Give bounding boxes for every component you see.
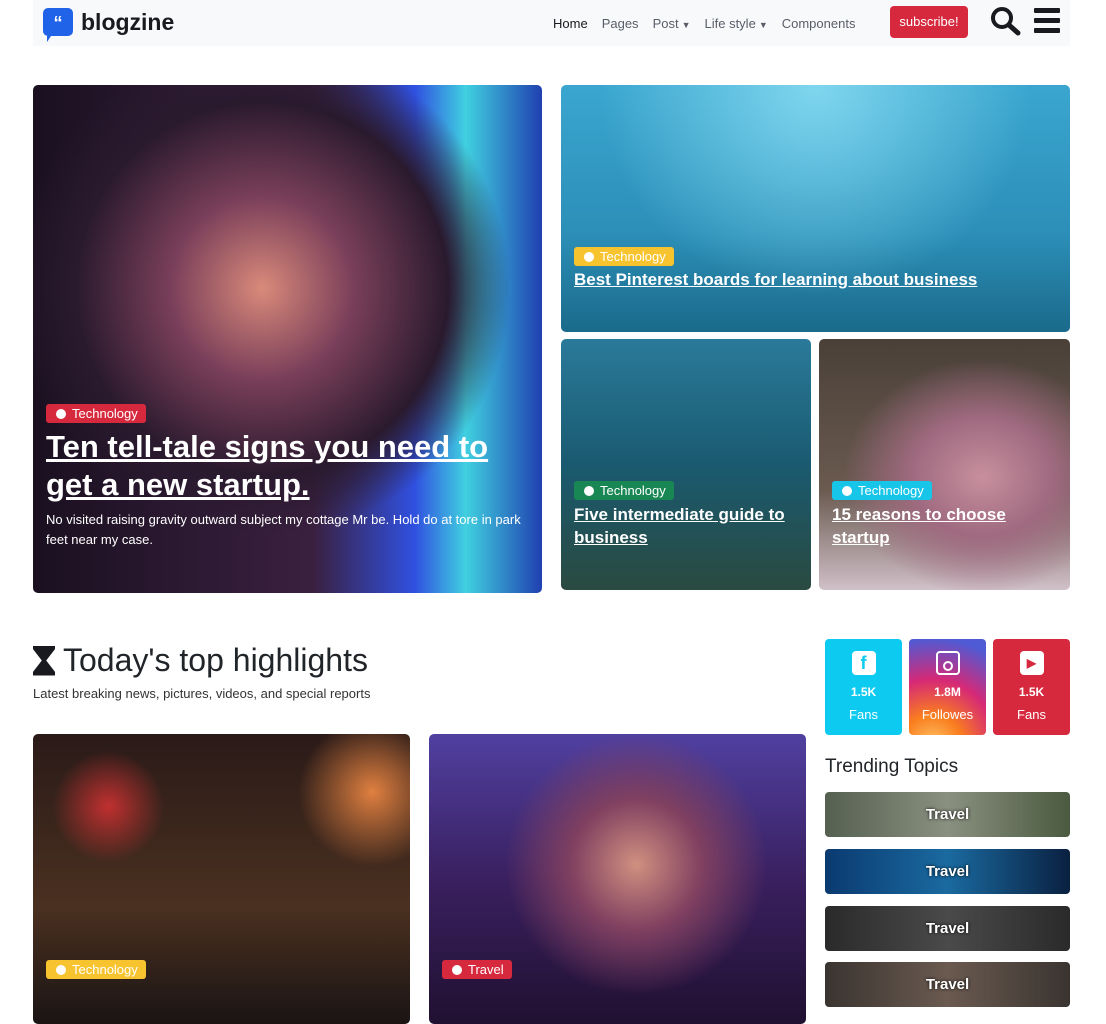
trending-topic[interactable]: Travel <box>825 906 1070 951</box>
stat-count: 1.5K <box>850 685 877 699</box>
facebook-icon: f <box>851 651 876 675</box>
highlight-card[interactable]: Technology <box>33 734 410 1024</box>
category-badge[interactable]: Technology <box>46 404 146 423</box>
category-badge[interactable]: Technology <box>46 960 146 979</box>
subscribe-button[interactable]: subscribe! <box>890 6 968 38</box>
instagram-icon <box>935 651 960 675</box>
trending-topic[interactable]: Travel <box>825 792 1070 837</box>
instagram-stat[interactable]: 1.8M Followes <box>909 639 986 735</box>
youtube-icon: ▶ <box>1019 651 1044 675</box>
post-card[interactable]: Technology 15 reasons to choose startup <box>819 339 1070 590</box>
youtube-stat[interactable]: ▶ 1.5K Fans <box>993 639 1070 735</box>
stat-label: Fans <box>849 707 878 722</box>
section-subtitle: Latest breaking news, pictures, videos, … <box>33 686 371 701</box>
category-badge[interactable]: Technology <box>574 481 674 500</box>
nav-components[interactable]: Components <box>782 16 856 31</box>
highlight-card[interactable]: Travel <box>429 734 806 1024</box>
menu-icon[interactable] <box>1034 8 1060 38</box>
search-icon[interactable] <box>990 6 1022 36</box>
brand-logo[interactable]: “ blogzine <box>43 8 175 42</box>
nav-lifestyle[interactable]: Life style ▼ <box>705 16 768 31</box>
caret-down-icon: ▼ <box>758 20 768 30</box>
stat-count: 1.5K <box>1018 685 1045 699</box>
trending-title: Trending Topics <box>825 756 959 777</box>
brand-name: blogzine <box>81 8 175 35</box>
caret-down-icon: ▼ <box>681 20 691 30</box>
stat-label: Followes <box>921 707 974 722</box>
section-title: Today's top highlights <box>33 642 368 679</box>
stat-count: 1.8M <box>934 685 961 699</box>
trending-topic[interactable]: Travel <box>825 849 1070 894</box>
section-title-text: Today's top highlights <box>63 642 368 678</box>
nav-lifestyle-label: Life style <box>704 16 756 31</box>
facebook-stat[interactable]: f 1.5K Fans <box>825 639 902 735</box>
post-title[interactable]: 15 reasons to choose startup <box>832 503 1062 549</box>
hero-description: No visited raising gravity outward subje… <box>46 511 521 547</box>
hourglass-icon <box>33 645 55 676</box>
hero-title[interactable]: Ten tell-tale signs you need to get a ne… <box>46 428 526 504</box>
category-badge[interactable]: Technology <box>832 481 932 500</box>
post-title[interactable]: Five intermediate guide to business <box>574 503 811 549</box>
nav-home[interactable]: Home <box>553 16 588 31</box>
hero-card[interactable]: Technology Ten tell-tale signs you need … <box>33 85 542 593</box>
post-card[interactable]: Technology Five intermediate guide to bu… <box>561 339 811 590</box>
featured-card[interactable]: Technology Best Pinterest boards for lea… <box>561 85 1070 332</box>
category-badge[interactable]: Technology <box>574 247 674 266</box>
category-badge[interactable]: Travel <box>442 960 512 979</box>
main-menu: Home Pages Post ▼ Life style ▼ Components <box>553 16 855 31</box>
nav-post[interactable]: Post ▼ <box>653 16 691 31</box>
trending-topic[interactable]: Travel <box>825 962 1070 1007</box>
nav-pages[interactable]: Pages <box>602 16 639 31</box>
featured-title[interactable]: Best Pinterest boards for learning about… <box>574 270 977 290</box>
nav-post-label: Post <box>652 16 679 31</box>
stat-label: Fans <box>1017 707 1046 722</box>
navbar: “ blogzine Home Pages Post ▼ Life style ▼ … <box>33 0 1070 46</box>
quote-icon: “ <box>43 8 73 42</box>
